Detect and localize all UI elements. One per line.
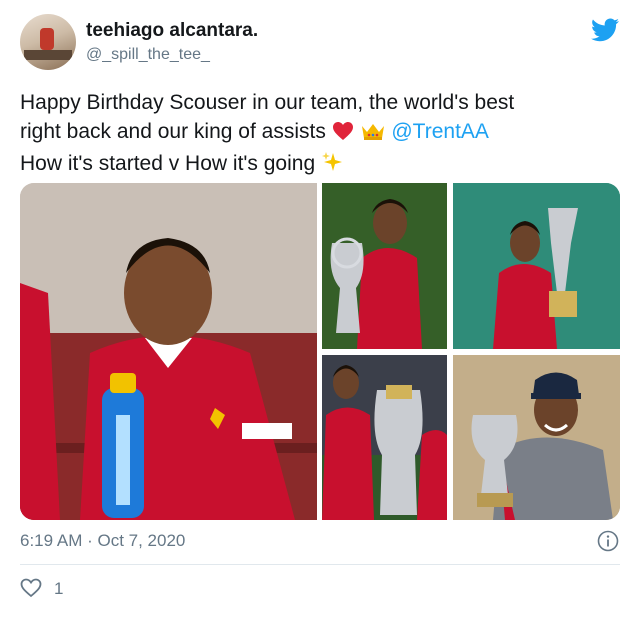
avatar-figure	[40, 28, 54, 50]
crown-emoji	[360, 120, 386, 149]
photo-champions-league-trophy[interactable]	[322, 183, 447, 349]
tweet-line-3: How it's started v How it's going	[20, 149, 620, 181]
tweet-card: teehiago alcantara. @_spill_the_tee_ Hap…	[0, 0, 640, 617]
tweet-line-3-text: How it's started v How it's going	[20, 152, 316, 175]
red-heart-emoji	[332, 120, 354, 149]
tweet-line-2-text: right back and our king of assists	[20, 120, 326, 143]
photo-premier-league-trophy[interactable]	[322, 355, 447, 520]
photo-young-boy[interactable]	[20, 183, 317, 520]
photo-award-trophy[interactable]	[453, 355, 620, 520]
tweet-text: Happy Birthday Scouser in our team, the …	[20, 88, 620, 181]
media-grid	[20, 183, 620, 520]
like-count: 1	[54, 579, 64, 598]
avatar-desk	[24, 50, 72, 60]
avatar[interactable]	[20, 14, 76, 70]
sparkles-emoji	[321, 151, 343, 181]
mention-trentaa[interactable]: @TrentAA	[391, 120, 489, 143]
tweet-line-2: right back and our king of assists @Tren…	[20, 117, 620, 149]
footer-divider	[20, 564, 620, 565]
author-handle[interactable]: @_spill_the_tee_	[86, 46, 210, 64]
photo-club-world-cup-trophy[interactable]	[453, 183, 620, 349]
tweet-timestamp[interactable]: 6:19 AM · Oct 7, 2020	[20, 531, 185, 551]
heart-outline-icon[interactable]	[20, 578, 42, 598]
info-icon[interactable]	[597, 530, 619, 552]
twitter-bird-icon[interactable]	[591, 18, 619, 42]
tweet-line-1: Happy Birthday Scouser in our team, the …	[20, 88, 620, 117]
author-display-name[interactable]: teehiago alcantara.	[86, 20, 258, 42]
tweet-line-1-text: Happy Birthday Scouser in our team, the …	[20, 91, 515, 114]
